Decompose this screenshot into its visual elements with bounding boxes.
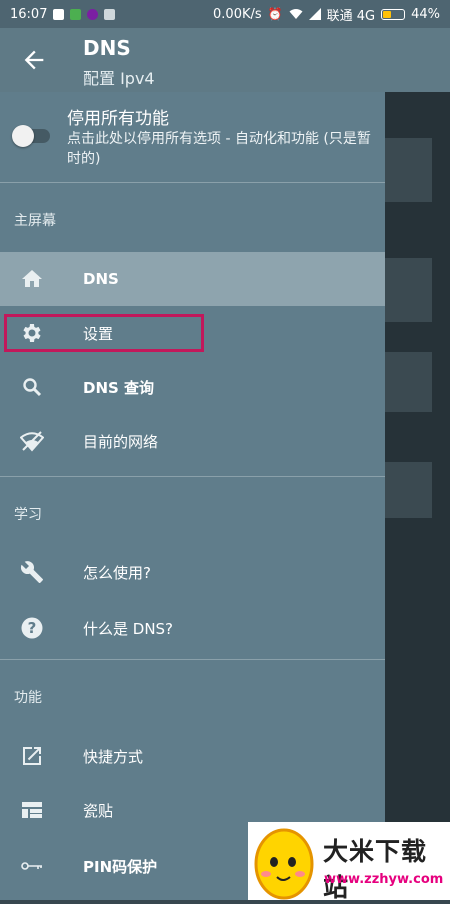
alarm-icon: ⏰	[267, 7, 283, 21]
arrow-left-icon[interactable]	[20, 46, 48, 74]
watermark-title: 大米下载站	[323, 837, 428, 902]
drawer-item-dns-query[interactable]: DNS 查询	[0, 360, 385, 414]
background-card	[385, 462, 432, 518]
drawer-item-how-to-use[interactable]: 怎么使用?	[0, 545, 385, 599]
background-card	[385, 258, 432, 322]
disable-all-row[interactable]: 停用所有功能 点击此处以停用所有选项 - 自动化和功能 (只是暂时的)	[0, 92, 385, 182]
wifi-icon	[20, 431, 44, 452]
drawer-item-label: 怎么使用?	[83, 563, 151, 582]
wrench-icon	[20, 561, 43, 583]
drawer-item-label: 目前的网络	[83, 432, 159, 451]
carrier-label: 联通 4G	[326, 8, 376, 24]
drawer-item-label: DNS	[83, 270, 119, 288]
drawer-item-current-network[interactable]: 目前的网络	[0, 414, 385, 468]
drawer-item-label: PIN码保护	[83, 857, 158, 876]
highlight-box	[4, 314, 204, 352]
battery-icon	[381, 8, 406, 20]
drawer-item-label: 瓷贴	[83, 801, 114, 820]
battery-percent: 44%	[411, 6, 440, 22]
drawer-item-label: 快捷方式	[83, 747, 144, 766]
section-title-learn: 学习	[14, 507, 42, 523]
toggle-knob	[12, 125, 34, 147]
disable-all-title: 停用所有功能	[67, 109, 169, 129]
status-bar: 16:07 0.00K/s ⏰ 联通 4G 44%	[0, 0, 450, 28]
key-icon	[21, 862, 42, 870]
status-time: 16:07	[10, 6, 48, 22]
notification-icon	[53, 8, 65, 20]
disable-all-toggle[interactable]	[12, 123, 50, 147]
home-icon	[22, 270, 42, 287]
watermark-url: www.zzhyw.com	[324, 872, 444, 887]
divider	[0, 182, 385, 183]
wifi-status-icon	[289, 9, 303, 19]
disable-all-description: 点击此处以停用所有选项 - 自动化和功能 (只是暂时的)	[67, 131, 371, 167]
svg-text:?: ?	[28, 619, 37, 637]
divider	[0, 476, 385, 477]
signal-icon	[308, 8, 321, 20]
page-subtitle: 配置 Ipv4	[83, 69, 155, 88]
drawer-item-label: DNS 查询	[83, 378, 155, 397]
divider	[0, 659, 385, 660]
mascot-logo-icon	[254, 828, 314, 900]
network-speed: 0.00K/s	[213, 6, 262, 22]
drawer-item-label: 什么是 DNS?	[83, 619, 174, 638]
page-title: DNS	[83, 36, 131, 60]
drawer-item-what-is-dns[interactable]: ? 什么是 DNS?	[0, 601, 385, 655]
help-icon: ?	[21, 617, 43, 639]
app-notification-icon	[70, 8, 82, 20]
app-bar: DNS 配置 Ipv4	[0, 28, 450, 92]
message-icon	[104, 8, 116, 20]
search-icon	[23, 378, 42, 397]
app-notification-icon-2	[87, 8, 99, 20]
navigation-drawer: 停用所有功能 点击此处以停用所有选项 - 自动化和功能 (只是暂时的) 主屏幕 …	[0, 92, 385, 900]
watermark: 大米下载站 www.zzhyw.com	[248, 822, 450, 902]
section-title-home: 主屏幕	[14, 213, 56, 229]
section-title-features: 功能	[14, 690, 42, 706]
drawer-item-dns[interactable]: DNS	[0, 252, 385, 306]
background-card	[385, 352, 432, 412]
tiles-icon	[22, 802, 42, 818]
drawer-item-shortcuts[interactable]: 快捷方式	[0, 729, 385, 783]
open-in-new-icon	[23, 747, 41, 765]
background-card	[385, 138, 432, 202]
